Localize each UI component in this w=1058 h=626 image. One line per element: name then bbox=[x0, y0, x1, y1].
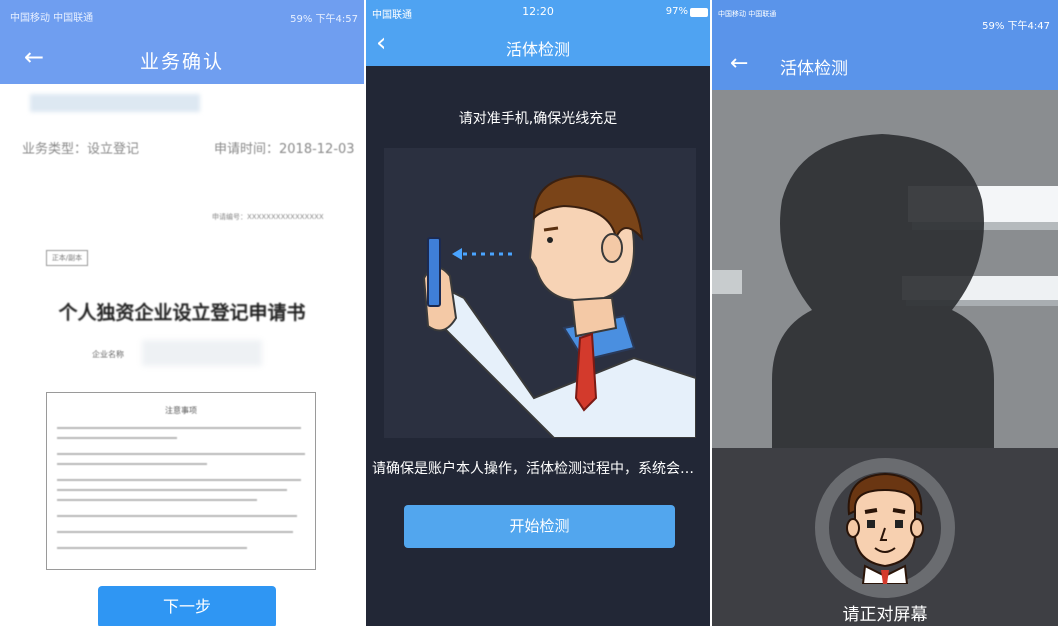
status-bar: 中国移动 中国联通 59% 下午4:47 bbox=[712, 0, 1058, 42]
account-confirm-text: 请确保是账户本人操作，活体检测过程中，系统会… bbox=[372, 461, 694, 477]
page-title: 活体检测 bbox=[780, 59, 848, 79]
clock-text: 12:20 bbox=[522, 5, 554, 18]
status-right-text: 59% 下午4:57 bbox=[290, 14, 358, 25]
business-confirm-screen: 中国移动 中国联通 59% 下午4:57 ← 业务确认 业务类型：设立登记 申请… bbox=[0, 0, 364, 626]
carrier-text: 中国移动 中国联通 bbox=[718, 10, 777, 18]
business-type: 业务类型：设立登记 bbox=[22, 142, 140, 157]
status-bar: 中国联通 12:20 97% bbox=[366, 0, 710, 24]
nav-bar: ← 活体检测 bbox=[712, 42, 1058, 90]
nav-bar: ‹ 活体检测 bbox=[366, 24, 710, 66]
face-screen-prompt: 请正对屏幕 bbox=[842, 605, 928, 625]
enterprise-name-label: 企业名称 bbox=[92, 350, 124, 359]
camera-preview bbox=[712, 90, 1058, 448]
notice-line bbox=[57, 531, 293, 533]
blurred-enterprise-name bbox=[142, 340, 262, 366]
carrier-text: 中国移动 中国联通 bbox=[10, 13, 94, 24]
document-stamp: 正本/副本 bbox=[46, 250, 88, 266]
page-title: 活体检测 bbox=[505, 40, 570, 59]
document-number: 申请编号：XXXXXXXXXXXXXXXX bbox=[212, 213, 324, 221]
notice-line bbox=[57, 499, 257, 501]
start-detection-button[interactable]: 开始检测 bbox=[404, 505, 675, 548]
nav-bar: ← 业务确认 bbox=[0, 34, 364, 84]
document-title: 个人独资企业设立登记申请书 bbox=[58, 302, 306, 324]
next-step-button[interactable]: 下一步 bbox=[98, 586, 276, 626]
notice-line bbox=[57, 489, 287, 491]
notice-line bbox=[57, 479, 301, 481]
page-title: 业务确认 bbox=[139, 51, 224, 73]
notice-line bbox=[57, 427, 301, 429]
notice-line bbox=[57, 453, 305, 455]
notice-line bbox=[57, 463, 207, 465]
camera-scene-svg bbox=[712, 90, 1058, 448]
instruction-text: 请对准手机,确保光线充足 bbox=[458, 111, 618, 127]
notice-line bbox=[57, 515, 297, 517]
notice-title: 注意事项 bbox=[165, 406, 197, 415]
blurred-account-info bbox=[30, 94, 200, 112]
face-phone-illustration bbox=[384, 148, 697, 439]
battery-text: 97% bbox=[665, 6, 688, 17]
battery-icon bbox=[690, 8, 708, 17]
illustration-svg bbox=[422, 174, 697, 439]
avatar-svg bbox=[846, 472, 924, 585]
screenshot-collage: 中国移动 中国联通 59% 下午4:57 ← 业务确认 业务类型：设立登记 申请… bbox=[0, 0, 1058, 626]
status-right-text: 59% 下午4:47 bbox=[982, 21, 1050, 32]
liveness-intro-screen: 中国联通 12:20 97% ‹ 活体检测 请对准手机,确保光线充足 请确保是账… bbox=[366, 0, 710, 626]
face-avatar bbox=[835, 466, 935, 585]
notice-line bbox=[57, 437, 177, 439]
back-arrow-icon[interactable]: ← bbox=[730, 50, 748, 78]
liveness-camera-screen: 中国移动 中国联通 59% 下午4:47 ← 活体检测 请正对屏幕 bbox=[712, 0, 1058, 626]
notice-line bbox=[57, 547, 247, 549]
notice-box: 注意事项 bbox=[46, 392, 316, 570]
apply-time: 申请时间：2018-12-03 bbox=[214, 142, 355, 157]
status-bar: 中国移动 中国联通 59% 下午4:57 bbox=[0, 0, 364, 34]
